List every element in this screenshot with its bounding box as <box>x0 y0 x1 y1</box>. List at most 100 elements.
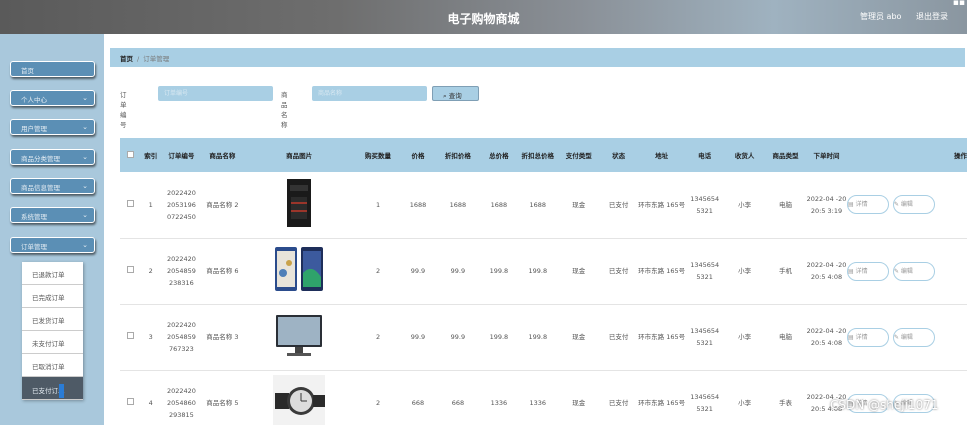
submenu-item-paid[interactable]: 已支付订单 <box>22 377 83 400</box>
edit-button-label: 编辑 <box>900 333 913 341</box>
cell-phone: 1345654 5321 <box>690 261 720 281</box>
col-product-image: 商品图片 <box>286 152 313 160</box>
row-checkbox[interactable] <box>126 398 134 405</box>
cell-pay-type: 现金 <box>572 267 586 275</box>
cell-product-name: 商品名称 3 <box>206 333 239 341</box>
cell-quantity: 1 <box>375 200 381 209</box>
detail-button[interactable]: ▤ 详情 <box>846 327 889 347</box>
col-status[interactable]: 状态 <box>599 138 638 172</box>
current-user: 管理员 abo <box>860 12 902 21</box>
cell-product-type: 手机 <box>779 267 793 275</box>
cell-phone: 1345654 5321 <box>690 393 720 413</box>
col-product-type[interactable]: 商品类型 <box>765 138 806 172</box>
cell-total-price: 199.8 <box>489 267 509 275</box>
submenu-item-cancelled[interactable]: 已取消订单 <box>22 354 83 377</box>
breadcrumb-current: 订单管理 <box>143 55 170 63</box>
breadcrumb-home[interactable]: 首页 <box>120 55 133 63</box>
edit-button[interactable]: ✎ 编辑 <box>892 327 935 347</box>
submenu-item-refunded[interactable]: 已退款订单 <box>22 262 83 285</box>
chevron-down-icon: ⌄ <box>82 182 88 190</box>
sidebar-item-users[interactable]: 用户管理 ⌄ <box>10 119 95 135</box>
submenu-item-completed[interactable]: 已完成订单 <box>22 285 83 308</box>
cell-receiver: 小李 <box>738 399 752 407</box>
detail-button[interactable]: ▤ 详情 <box>846 261 889 281</box>
col-price[interactable]: 价格 <box>401 138 436 172</box>
row-checkbox[interactable] <box>126 332 134 339</box>
logout-link[interactable]: 退出登录 <box>916 11 948 22</box>
cell-address: 环市东路 165号 <box>638 333 686 341</box>
cell-pay-type: 现金 <box>572 399 586 407</box>
cell-price: 99.9 <box>410 333 426 341</box>
col-discount-total[interactable]: 折扣总价格 <box>517 138 558 172</box>
cell-order-time: 2022-04 -20 20:5 3:19 <box>806 194 847 215</box>
detail-button[interactable]: ▤ 详情 <box>846 195 889 215</box>
col-address[interactable]: 地址 <box>638 138 685 172</box>
order-no-label: 订单编号 <box>120 91 127 129</box>
cell-discount-total: 199.8 <box>528 267 548 275</box>
cell-discount-total: 1336 <box>529 399 547 407</box>
sidebar-item-label: 首页 <box>21 67 34 75</box>
sidebar-item-home[interactable]: 首页 <box>10 61 95 77</box>
sidebar-item-label: 个人中心 <box>21 96 47 104</box>
detail-button-label: 详情 <box>855 333 868 341</box>
query-button[interactable]: ⌕ 查询 <box>432 86 479 101</box>
sidebar-item-system[interactable]: 系统管理 ⌄ <box>10 207 95 223</box>
col-actions: 操作 <box>954 152 967 160</box>
app-title: 电子购物商城 <box>447 12 520 26</box>
row-checkbox[interactable] <box>126 266 134 273</box>
cell-product-name: 商品名称 6 <box>206 267 239 275</box>
col-discount-price[interactable]: 折扣价格 <box>435 138 480 172</box>
cell-index: 1 <box>148 200 153 209</box>
col-order-no[interactable]: 订单编号 <box>161 138 202 172</box>
chevron-up-icon: ⌄ <box>82 241 88 249</box>
sidebar-item-products[interactable]: 商品信息管理 ⌄ <box>10 178 95 194</box>
product-image <box>273 309 325 361</box>
order-no-input[interactable] <box>158 86 273 101</box>
row-checkbox[interactable] <box>126 199 134 207</box>
cell-discount-price: 99.9 <box>450 333 466 341</box>
table-header-row: 索引 订单编号 商品名称 商品图片 购买数量 价格 折扣价格 总价格 折扣总价格… <box>120 138 967 172</box>
cell-order-no: 2022420 2054859 238316 <box>166 255 196 287</box>
table-row: 1 2022420 2053196 0722450 商品名称 2 1 1688 1688 1… <box>120 172 967 238</box>
col-order-time[interactable]: 下单时间 <box>806 138 847 172</box>
edit-icon: ✎ <box>893 267 901 275</box>
cell-status: 已支付 <box>608 267 629 275</box>
cell-discount-total: 199.8 <box>528 333 548 341</box>
col-total-price[interactable]: 总价格 <box>480 138 517 172</box>
product-image <box>273 375 326 425</box>
table-row: 2 2022420 2054859 238316 商品名称 6 2 99.9 99.9 19… <box>120 238 967 304</box>
select-all-checkbox[interactable] <box>126 150 134 158</box>
col-receiver[interactable]: 收货人 <box>724 138 765 172</box>
cursor-marker <box>58 384 64 398</box>
col-product-name[interactable]: 商品名称 <box>202 138 243 172</box>
sidebar-item-profile[interactable]: 个人中心 ⌄ <box>10 90 95 106</box>
product-name-input[interactable] <box>312 86 427 101</box>
col-quantity[interactable]: 购买数量 <box>356 138 401 172</box>
cell-price: 99.9 <box>410 267 426 275</box>
sidebar-item-label: 商品分类管理 <box>21 155 60 163</box>
col-phone[interactable]: 电话 <box>685 138 724 172</box>
sidebar-item-orders[interactable]: 订单管理 ⌄ <box>10 237 95 253</box>
cell-discount-price: 99.9 <box>450 267 466 275</box>
edit-button[interactable]: ✎ 编辑 <box>892 261 935 281</box>
col-index[interactable]: 索引 <box>140 138 160 172</box>
window-control-icon[interactable]: ▪▪ <box>953 0 965 8</box>
cell-price: 668 <box>411 399 425 407</box>
cell-status: 已支付 <box>608 399 629 407</box>
edit-icon: ✎ <box>893 201 901 209</box>
breadcrumb-separator: / <box>137 55 140 63</box>
cell-receiver: 小李 <box>738 200 752 209</box>
cell-order-no: 2022420 2054860 293815 <box>166 387 196 419</box>
cell-pay-type: 现金 <box>572 333 586 341</box>
cell-quantity: 2 <box>375 267 381 275</box>
submenu-item-unpaid[interactable]: 未支付订单 <box>22 331 83 354</box>
main-content: 首页 /订单管理 订单编号 商品名称 ⌕ 查询 索引 订单编号 商品名称 商品图片… <box>104 34 967 425</box>
sidebar-item-category[interactable]: 商品分类管理 ⌄ <box>10 149 95 165</box>
col-pay-type[interactable]: 支付类型 <box>558 138 599 172</box>
edit-button-label: 编辑 <box>900 267 913 275</box>
cell-product-type: 电脑 <box>779 333 793 341</box>
submenu-item-shipped[interactable]: 已发货订单 <box>22 308 83 331</box>
edit-button[interactable]: ✎ 编辑 <box>892 195 935 215</box>
cell-index: 3 <box>148 333 153 341</box>
cell-total-price: 1336 <box>490 399 508 407</box>
